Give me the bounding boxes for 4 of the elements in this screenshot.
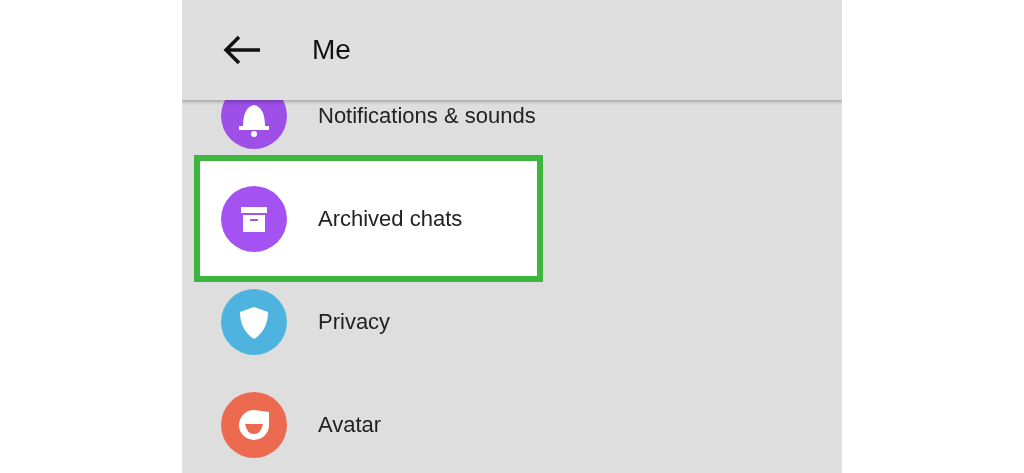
back-arrow-icon[interactable] — [222, 34, 262, 66]
menu-item[interactable]: Archived chats — [194, 155, 543, 282]
menu-item[interactable]: Avatar — [182, 373, 842, 473]
screen-title: Me — [312, 34, 351, 66]
